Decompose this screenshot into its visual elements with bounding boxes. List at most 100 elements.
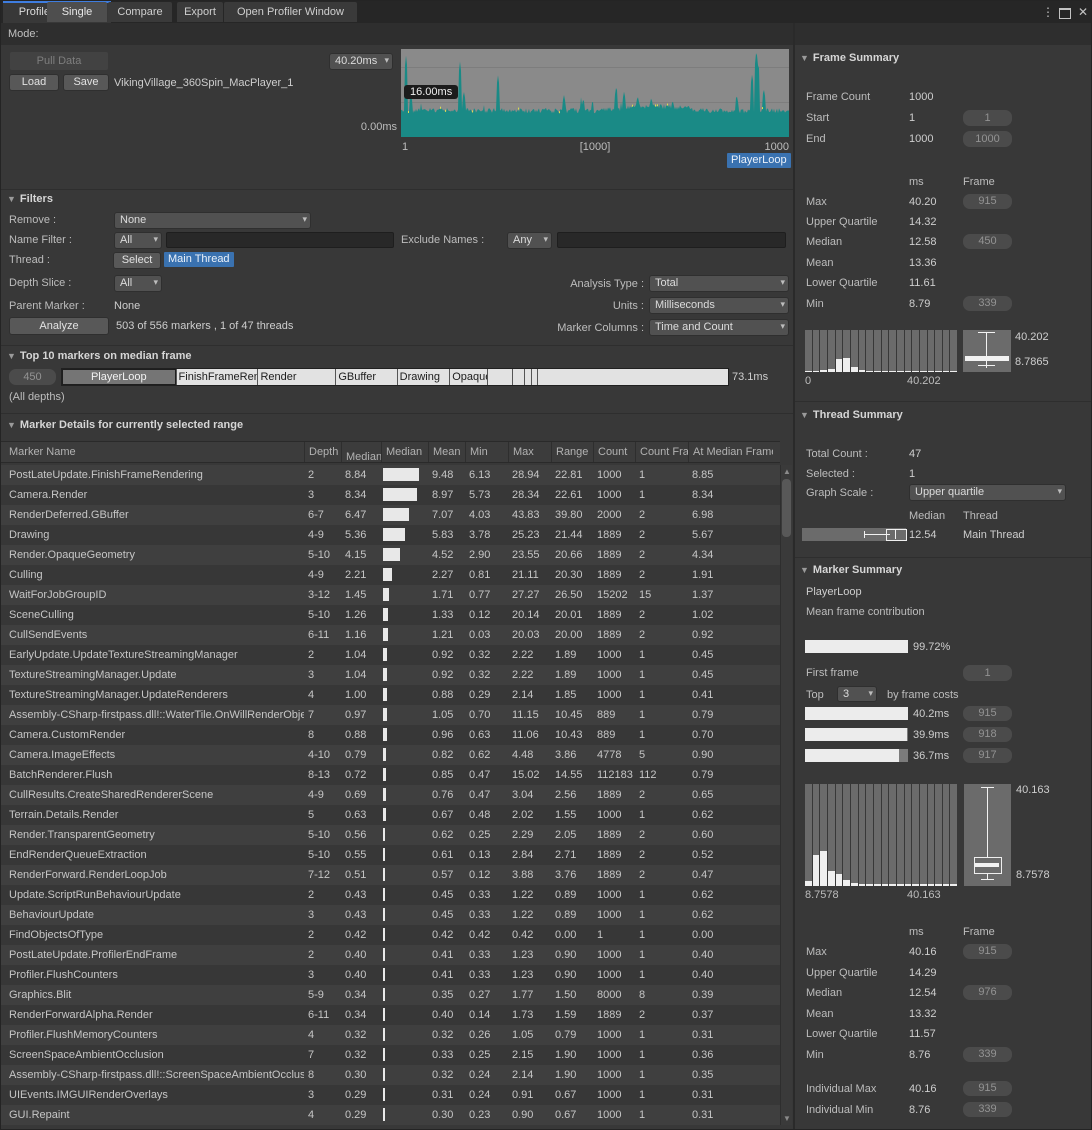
top10-segment-render[interactable]: Render [258, 369, 336, 385]
depth-slice-dropdown[interactable]: All▾ [114, 275, 162, 292]
scroll-down-icon[interactable]: ▼ [783, 1114, 791, 1123]
table-row[interactable]: BatchRenderer.Flush8-130.720.850.4715.02… [1, 765, 780, 785]
stat-frame-badge[interactable]: 339 [963, 296, 1012, 311]
thread-summary-header[interactable]: ▼Thread Summary [800, 409, 903, 421]
column-header-at-median-frame[interactable]: At Median Frame [688, 442, 773, 462]
scrollbar-thumb[interactable] [782, 479, 791, 537]
top10-segment-drawing[interactable]: Drawing [398, 369, 451, 385]
table-scrollbar[interactable]: ▲ ▼ [780, 465, 792, 1125]
stat-frame-badge[interactable]: 976 [963, 985, 1012, 1000]
table-row[interactable]: Camera.CustomRender80.880.960.6311.0610.… [1, 725, 780, 745]
top10-segment-opaquegeometry[interactable]: OpaqueGeometry [450, 369, 488, 385]
exclude-names-input[interactable] [557, 232, 786, 248]
column-header-marker-name[interactable]: Marker Name [1, 442, 304, 462]
stat-frame-badge[interactable]: 450 [963, 234, 1012, 249]
pull-data-button[interactable]: Pull Data [9, 51, 109, 71]
top10-segment[interactable] [513, 369, 526, 385]
column-header-mean[interactable]: Mean [428, 442, 465, 462]
tab-single[interactable]: Single [47, 2, 107, 22]
column-header-count-frame[interactable]: Count Frame [635, 442, 688, 462]
thread-selection[interactable]: Main Thread [164, 252, 234, 267]
table-row[interactable]: Render.TransparentGeometry5-100.560.620.… [1, 825, 780, 845]
table-row[interactable]: Culling4-92.212.270.8121.1120.30188921.9… [1, 565, 780, 585]
stat-frame-badge[interactable]: 339 [963, 1047, 1012, 1062]
table-row[interactable]: Profiler.FlushMemoryCounters40.320.320.2… [1, 1025, 780, 1045]
maximize-icon[interactable] [1059, 8, 1071, 19]
table-row[interactable]: SceneCulling5-101.261.330.1220.1420.0118… [1, 605, 780, 625]
table-row[interactable]: RenderForwardAlpha.Render6-110.340.400.1… [1, 1005, 780, 1025]
table-row[interactable]: Camera.ImageEffects4-100.790.820.624.483… [1, 745, 780, 765]
filters-section-header[interactable]: ▼Filters [7, 193, 53, 205]
scroll-up-icon[interactable]: ▲ [783, 467, 791, 476]
table-row[interactable]: Render.OpaqueGeometry5-104.154.522.9023.… [1, 545, 780, 565]
top10-segment-finishframerendering[interactable]: FinishFrameRendering [177, 369, 259, 385]
table-row[interactable]: Graphics.Blit5-90.340.350.271.771.508000… [1, 985, 780, 1005]
frame-summary-header[interactable]: ▼Frame Summary [800, 52, 899, 64]
close-icon[interactable]: ✕ [1078, 5, 1088, 19]
analyze-button[interactable]: Analyze [9, 317, 109, 335]
units-dropdown[interactable]: Milliseconds▾ [649, 297, 789, 314]
marker-details-section-header[interactable]: ▼Marker Details for currently selected r… [7, 419, 243, 431]
ms-first-frame-badge[interactable]: 1 [963, 665, 1012, 681]
exclude-mode-dropdown[interactable]: Any▾ [507, 232, 552, 249]
load-button[interactable]: Load [9, 74, 59, 91]
name-filter-mode-dropdown[interactable]: All▾ [114, 232, 162, 249]
thread-select-button[interactable]: Select [113, 252, 161, 269]
top10-section-header[interactable]: ▼Top 10 markers on median frame [7, 350, 192, 362]
column-header-count[interactable]: Count [593, 442, 635, 462]
table-row[interactable]: Drawing4-95.365.833.7825.2321.44188925.6… [1, 525, 780, 545]
column-header-range[interactable]: Range [551, 442, 593, 462]
table-row[interactable]: Terrain.Details.Render50.630.670.482.021… [1, 805, 780, 825]
stat-frame-badge[interactable]: 915 [963, 194, 1012, 209]
table-row[interactable]: TextureStreamingManager.Update31.040.920… [1, 665, 780, 685]
stat-frame-badge[interactable]: 915 [963, 1081, 1012, 1096]
fs-field-badge[interactable]: 1000 [963, 131, 1012, 147]
table-row[interactable]: Assembly-CSharp-firstpass.dll!::ScreenSp… [1, 1065, 780, 1085]
ms-top-count-dropdown[interactable]: 3▾ [837, 686, 877, 702]
top10-segment-gbuffer[interactable]: GBuffer [336, 369, 397, 385]
column-header-median[interactable]: Median [381, 442, 428, 462]
table-row[interactable]: RenderDeferred.GBuffer6-76.477.074.0343.… [1, 505, 780, 525]
column-header-min[interactable]: Min [465, 442, 508, 462]
name-filter-input[interactable] [166, 232, 394, 248]
table-row[interactable]: EndRenderQueueExtraction5-100.550.610.13… [1, 845, 780, 865]
top10-segment-playerloop[interactable]: PlayerLoop [62, 369, 177, 385]
table-row[interactable]: FindObjectsOfType20.420.420.420.420.0011… [1, 925, 780, 945]
tab-export[interactable]: Export [177, 2, 223, 22]
frame-range-dropdown[interactable]: 40.20ms▾ [329, 53, 393, 70]
marker-columns-dropdown[interactable]: Time and Count▾ [649, 319, 789, 336]
ms-top-frame-badge[interactable]: 918 [963, 727, 1012, 742]
table-row[interactable]: WaitForJobGroupID3-121.451.710.7727.2726… [1, 585, 780, 605]
table-row[interactable]: PostLateUpdate.FinishFrameRendering28.84… [1, 465, 780, 485]
panel-divider[interactable] [793, 23, 795, 1130]
table-row[interactable]: TextureStreamingManager.UpdateRenderers4… [1, 685, 780, 705]
column-header-depth[interactable]: Depth [304, 442, 341, 462]
table-row[interactable]: RenderForward.RenderLoopJob7-120.510.570… [1, 865, 780, 885]
column-header-median[interactable]: Median▼ [341, 442, 381, 462]
table-row[interactable]: Camera.Render38.348.975.7328.3422.611000… [1, 485, 780, 505]
frame-time-chart[interactable] [401, 49, 789, 137]
ms-top-frame-badge[interactable]: 917 [963, 748, 1012, 763]
table-row[interactable]: EarlyUpdate.UpdateTextureStreamingManage… [1, 645, 780, 665]
fs-field-badge[interactable]: 1 [963, 110, 1012, 126]
tab-open-profiler-window[interactable]: Open Profiler Window [224, 2, 357, 22]
table-row[interactable]: ScreenSpaceAmbientOcclusion70.320.330.25… [1, 1045, 780, 1065]
graph-scale-dropdown[interactable]: Upper quartile▾ [909, 484, 1066, 501]
top10-segment[interactable] [525, 369, 532, 385]
top10-segment[interactable] [538, 369, 728, 385]
table-row[interactable]: PostLateUpdate.ProfilerEndFrame20.400.41… [1, 945, 780, 965]
table-row[interactable]: BehaviourUpdate30.430.450.331.220.891000… [1, 905, 780, 925]
save-button[interactable]: Save [63, 74, 109, 91]
table-row[interactable]: UIEvents.IMGUIRenderOverlays30.290.310.2… [1, 1085, 780, 1105]
table-row[interactable]: CullResults.CreateSharedRendererScene4-9… [1, 785, 780, 805]
table-row[interactable]: CullSendEvents6-111.161.210.0320.0320.00… [1, 625, 780, 645]
analysis-type-dropdown[interactable]: Total▾ [649, 275, 789, 292]
remove-dropdown[interactable]: None▾ [114, 212, 311, 229]
marker-summary-header[interactable]: ▼Marker Summary [800, 564, 902, 576]
table-row[interactable]: Profiler.FlushCounters30.400.410.331.230… [1, 965, 780, 985]
column-header-max[interactable]: Max [508, 442, 551, 462]
table-row[interactable]: GUI.Repaint40.290.300.230.900.67100010.3… [1, 1105, 780, 1125]
kebab-menu-icon[interactable]: ⋮ [1042, 5, 1054, 19]
table-row[interactable]: Assembly-CSharp-firstpass.dll!::WaterTil… [1, 705, 780, 725]
tab-compare[interactable]: Compare [108, 2, 172, 22]
